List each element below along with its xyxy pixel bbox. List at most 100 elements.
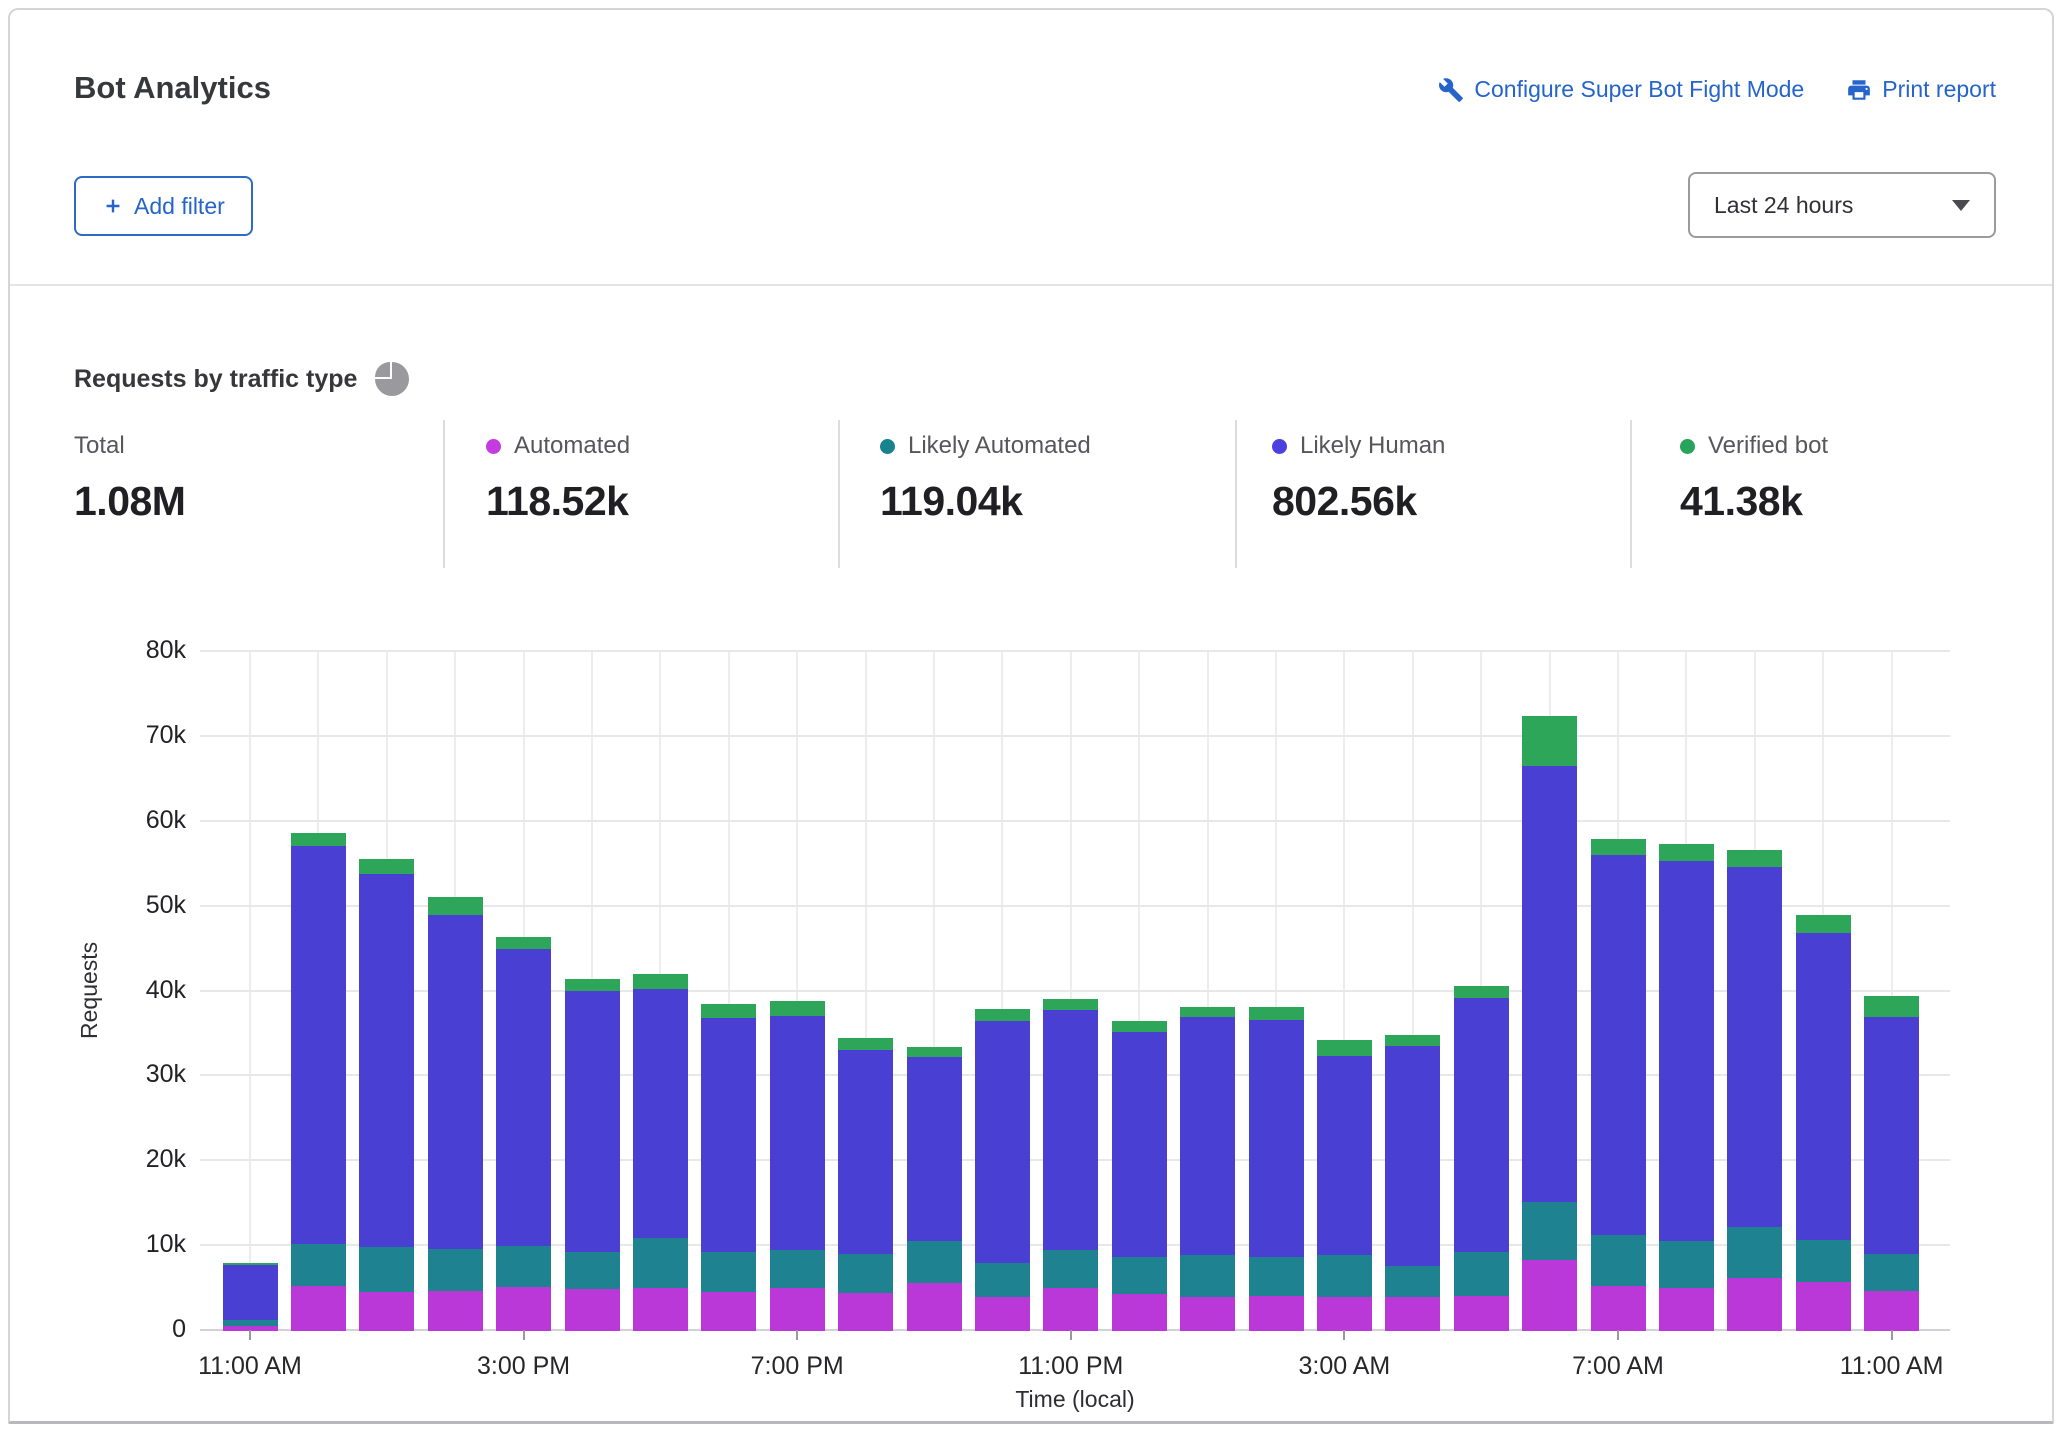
bar-segment-likely-automated[interactable] [496, 1245, 551, 1287]
bar-segment-likely-human[interactable] [291, 845, 346, 1244]
bar-segment-likely-automated[interactable] [907, 1241, 962, 1283]
bar-segment-likely-human[interactable] [1522, 766, 1577, 1203]
bar-segment-likely-automated[interactable] [1864, 1254, 1919, 1291]
bar-segment-verified-bot[interactable] [1043, 999, 1098, 1010]
bar-segment-likely-automated[interactable] [291, 1243, 346, 1285]
bar-segment-likely-human[interactable] [565, 991, 620, 1252]
bar-segment-likely-human[interactable] [428, 914, 483, 1249]
bar-segment-likely-automated[interactable] [359, 1247, 414, 1292]
time-range-dropdown[interactable]: Last 24 hours [1688, 172, 1996, 238]
bar-segment-automated[interactable] [291, 1285, 346, 1331]
bar-segment-verified-bot[interactable] [1454, 986, 1509, 998]
bar-segment-likely-human[interactable] [1180, 1017, 1235, 1255]
bar-segment-automated[interactable] [565, 1288, 620, 1330]
bar-segment-automated[interactable] [838, 1293, 893, 1331]
bar-segment-likely-automated[interactable] [1180, 1254, 1235, 1296]
bar-segment-automated[interactable] [633, 1288, 688, 1331]
bar-segment-likely-human[interactable] [1385, 1046, 1440, 1266]
bar-segment-likely-human[interactable] [1796, 933, 1851, 1240]
bar-segment-likely-automated[interactable] [1249, 1256, 1304, 1296]
bar-segment-likely-automated[interactable] [1727, 1226, 1782, 1278]
bar-segment-verified-bot[interactable] [1522, 716, 1577, 767]
bar-segment-likely-human[interactable] [838, 1050, 893, 1254]
bar-segment-likely-human[interactable] [1317, 1056, 1372, 1255]
bar-segment-verified-bot[interactable] [1112, 1021, 1167, 1032]
bar-segment-automated[interactable] [1522, 1260, 1577, 1331]
bar-segment-verified-bot[interactable] [1659, 844, 1714, 862]
bar-segment-likely-automated[interactable] [633, 1237, 688, 1288]
bar-segment-likely-human[interactable] [1454, 997, 1509, 1251]
bar-segment-automated[interactable] [1317, 1297, 1372, 1331]
bar-segment-likely-human[interactable] [975, 1020, 1030, 1262]
bar-segment-likely-human[interactable] [1249, 1019, 1304, 1256]
bar-segment-likely-human[interactable] [1864, 1017, 1919, 1254]
bar-segment-automated[interactable] [1591, 1285, 1646, 1331]
bar-segment-likely-automated[interactable] [1112, 1256, 1167, 1294]
bar-segment-automated[interactable] [1796, 1282, 1851, 1331]
bar-segment-verified-bot[interactable] [1591, 839, 1646, 856]
bar-segment-likely-human[interactable] [701, 1018, 756, 1252]
bar-segment-likely-human[interactable] [496, 949, 551, 1246]
bar-segment-verified-bot[interactable] [701, 1004, 756, 1018]
bar-segment-verified-bot[interactable] [359, 859, 414, 874]
bar-segment-likely-human[interactable] [1727, 867, 1782, 1227]
bar-segment-automated[interactable] [428, 1290, 483, 1330]
bar-segment-verified-bot[interactable] [1727, 850, 1782, 868]
bar-segment-likely-human[interactable] [907, 1057, 962, 1242]
bar-segment-likely-automated[interactable] [1591, 1234, 1646, 1286]
bar-segment-automated[interactable] [223, 1325, 278, 1331]
bar-segment-likely-automated[interactable] [975, 1262, 1030, 1297]
bar-segment-likely-automated[interactable] [1385, 1265, 1440, 1297]
bar-segment-verified-bot[interactable] [907, 1047, 962, 1058]
bar-segment-likely-human[interactable] [1043, 1009, 1098, 1250]
bar-segment-likely-automated[interactable] [565, 1251, 620, 1289]
bar-segment-likely-human[interactable] [359, 873, 414, 1247]
bar-segment-verified-bot[interactable] [1180, 1007, 1235, 1017]
bar-segment-verified-bot[interactable] [496, 937, 551, 949]
bar-segment-likely-automated[interactable] [1043, 1249, 1098, 1288]
bar-segment-likely-automated[interactable] [838, 1254, 893, 1294]
bar-segment-likely-automated[interactable] [1454, 1251, 1509, 1296]
bar-segment-likely-automated[interactable] [1659, 1241, 1714, 1288]
bar-segment-verified-bot[interactable] [1249, 1007, 1304, 1019]
bar-segment-verified-bot[interactable] [633, 974, 688, 989]
bar-segment-verified-bot[interactable] [1317, 1040, 1372, 1057]
bar-segment-verified-bot[interactable] [1796, 915, 1851, 933]
bar-segment-verified-bot[interactable] [770, 1001, 825, 1016]
configure-super-bot-fight-mode-link[interactable]: Configure Super Bot Fight Mode [1438, 76, 1804, 103]
bar-segment-likely-automated[interactable] [223, 1320, 278, 1326]
bar-segment-likely-automated[interactable] [701, 1251, 756, 1292]
add-filter-button[interactable]: Add filter [74, 176, 253, 236]
bar-segment-likely-automated[interactable] [1522, 1202, 1577, 1260]
bar-segment-verified-bot[interactable] [565, 979, 620, 991]
bar-segment-verified-bot[interactable] [1864, 996, 1919, 1018]
bar-segment-automated[interactable] [770, 1288, 825, 1331]
bar-segment-automated[interactable] [1659, 1288, 1714, 1331]
bar-segment-verified-bot[interactable] [428, 897, 483, 915]
bar-segment-automated[interactable] [1249, 1295, 1304, 1330]
bar-segment-automated[interactable] [975, 1297, 1030, 1331]
bar-segment-automated[interactable] [1112, 1294, 1167, 1331]
bar-segment-likely-automated[interactable] [1796, 1239, 1851, 1282]
bar-segment-automated[interactable] [1043, 1288, 1098, 1331]
bar-segment-likely-automated[interactable] [770, 1249, 825, 1288]
bar-segment-likely-human[interactable] [223, 1264, 278, 1320]
bar-segment-automated[interactable] [359, 1291, 414, 1331]
bar-segment-verified-bot[interactable] [1385, 1035, 1440, 1047]
bar-segment-likely-human[interactable] [1591, 855, 1646, 1235]
bar-segment-automated[interactable] [1727, 1277, 1782, 1330]
bar-segment-likely-automated[interactable] [1317, 1254, 1372, 1297]
bar-segment-verified-bot[interactable] [223, 1263, 278, 1265]
bar-segment-automated[interactable] [496, 1287, 551, 1331]
bar-segment-likely-human[interactable] [770, 1015, 825, 1250]
bar-segment-verified-bot[interactable] [838, 1038, 893, 1050]
bar-segment-automated[interactable] [1454, 1295, 1509, 1330]
bar-segment-automated[interactable] [1864, 1290, 1919, 1330]
bar-segment-verified-bot[interactable] [975, 1009, 1030, 1021]
print-report-link[interactable]: Print report [1846, 76, 1996, 103]
bar-segment-likely-human[interactable] [633, 989, 688, 1238]
bar-segment-likely-human[interactable] [1112, 1031, 1167, 1257]
bar-segment-likely-automated[interactable] [428, 1249, 483, 1291]
bar-segment-automated[interactable] [907, 1282, 962, 1330]
bar-segment-automated[interactable] [1385, 1296, 1440, 1331]
